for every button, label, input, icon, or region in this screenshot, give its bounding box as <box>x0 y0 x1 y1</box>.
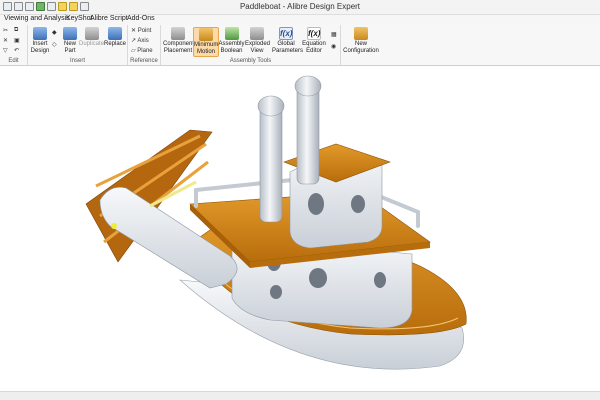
ribbon-group-reference: ✕ Point ↗ Axis ▱ Plane Reference <box>128 25 161 65</box>
minimum-motion-icon <box>199 28 213 41</box>
title-bar: Paddleboat - Alibre Design Expert <box>0 0 600 15</box>
exploded-view-button[interactable]: Exploded View <box>245 27 270 55</box>
insert-option-icon[interactable]: ◆ <box>52 29 57 36</box>
ribbon-group-configuration: ▦ ◉ New Configuration <box>331 25 381 65</box>
axis-button[interactable]: ↗ Axis <box>131 37 149 44</box>
group-label-insert: Insert <box>69 58 85 64</box>
new-part-icon <box>63 27 77 40</box>
ribbon: ✂ ⧉ ✕ ▣ ▽ ↶ Edit Insert Design ◆ ◇ New P… <box>0 25 600 66</box>
insert-design-icon <box>33 27 47 40</box>
global-parameters-button[interactable]: f(x) Global Parameters <box>272 27 303 55</box>
filter-icon[interactable]: ▽ <box>3 47 8 54</box>
equation-editor-icon: f(x) <box>307 27 321 40</box>
new-configuration-button[interactable]: New Configuration <box>341 27 381 55</box>
menu-bar: Viewing and Analysis KeyShot Alibre Scri… <box>0 15 600 25</box>
group-label-reference: Reference <box>130 58 158 64</box>
menu-add-ons[interactable]: Add-Ons <box>127 15 155 22</box>
paddleboat-model <box>85 75 467 370</box>
minimum-motion-button[interactable]: Minimum Motion <box>193 27 219 57</box>
exploded-view-icon <box>250 27 264 40</box>
paste-icon[interactable]: ▣ <box>14 37 20 44</box>
menu-alibre-script[interactable]: Alibre Script <box>90 15 128 22</box>
delete-icon[interactable]: ✕ <box>3 37 8 44</box>
config-option-2-icon[interactable]: ◉ <box>331 43 336 50</box>
insert-option-2-icon[interactable]: ◇ <box>52 41 57 48</box>
copy-icon[interactable]: ⧉ <box>14 27 18 34</box>
duplicate-button[interactable]: Duplicate <box>79 27 104 48</box>
global-parameters-icon: f(x) <box>279 27 293 40</box>
ribbon-group-edit: ✂ ⧉ ✕ ▣ ▽ ↶ Edit <box>0 25 28 65</box>
plane-button[interactable]: ▱ Plane <box>131 47 153 54</box>
cut-icon[interactable]: ✂ <box>3 27 8 34</box>
new-configuration-icon <box>354 27 368 40</box>
new-part-button[interactable]: New Part <box>61 27 79 55</box>
undo-edit-icon[interactable]: ↶ <box>14 47 19 54</box>
window-title: Paddleboat - Alibre Design Expert <box>239 2 361 11</box>
menu-viewing-and-analysis[interactable]: Viewing and Analysis <box>4 15 70 22</box>
insert-design-button[interactable]: Insert Design <box>30 27 50 55</box>
point-button[interactable]: ✕ Point <box>131 27 151 34</box>
component-placement-button[interactable]: Component Placement <box>163 27 194 55</box>
replace-button[interactable]: Replace <box>104 27 126 48</box>
ribbon-group-assembly-tools: Component Placement Minimum Motion Assem… <box>161 25 341 65</box>
group-label-edit: Edit <box>8 58 19 64</box>
assembly-boolean-icon <box>224 27 239 40</box>
ribbon-group-insert: Insert Design ◆ ◇ New Part Duplicate Rep… <box>28 25 128 65</box>
replace-icon <box>108 27 122 40</box>
3d-viewport[interactable] <box>0 66 600 400</box>
equation-editor-button[interactable]: f(x) Equation Editor <box>301 27 327 55</box>
status-bar <box>0 391 600 400</box>
component-placement-icon <box>171 27 185 40</box>
assembly-boolean-button[interactable]: Assembly Boolean <box>218 27 245 55</box>
menu-keyshot[interactable]: KeyShot <box>66 15 92 22</box>
config-option-icon[interactable]: ▦ <box>331 31 337 38</box>
group-label-assembly-tools: Assembly Tools <box>229 58 272 64</box>
duplicate-icon <box>84 27 99 40</box>
